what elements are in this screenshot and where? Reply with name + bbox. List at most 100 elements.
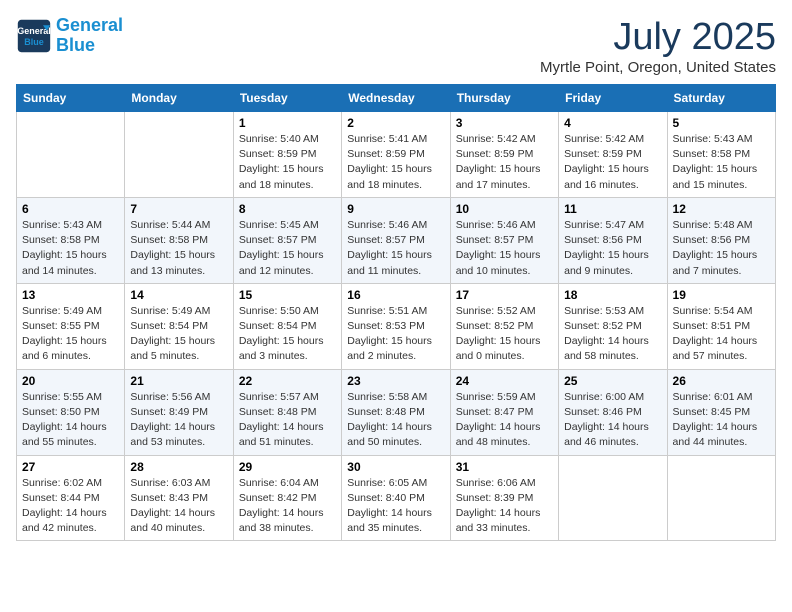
day-info: Sunrise: 5:46 AM Sunset: 8:57 PM Dayligh… [347, 218, 444, 279]
day-info: Sunrise: 5:43 AM Sunset: 8:58 PM Dayligh… [673, 132, 770, 193]
calendar-cell: 22Sunrise: 5:57 AM Sunset: 8:48 PM Dayli… [233, 369, 341, 455]
day-number: 15 [239, 288, 336, 302]
weekday-header-saturday: Saturday [667, 85, 775, 112]
calendar-cell [559, 455, 667, 541]
weekday-header-thursday: Thursday [450, 85, 558, 112]
calendar-cell: 21 Sunrise: 5:56 AM Sunset: 8:49 PM Dayli… [125, 369, 233, 455]
calendar-cell [125, 112, 233, 198]
week-row-4: 27Sunrise: 6:02 AM Sunset: 8:44 PM Dayli… [17, 455, 776, 541]
title-area: July 2025 Myrtle Point, Oregon, United S… [540, 16, 776, 76]
day-number: 6 [22, 202, 119, 216]
calendar-cell: 1 Sunrise: 5:40 AM Sunset: 8:59 PM Daylig… [233, 112, 341, 198]
week-row-3: 20 Sunrise: 5:55 AM Sunset: 8:50 PM Dayli… [17, 369, 776, 455]
day-number: 20 [22, 374, 119, 388]
day-number: 29 [239, 460, 336, 474]
day-info: Sunrise: 5:51 AM Sunset: 8:53 PM Dayligh… [347, 304, 444, 365]
day-info: Sunrise: 5:49 AM Sunset: 8:54 PM Dayligh… [130, 304, 227, 365]
logo: General Blue General Blue [16, 16, 123, 56]
day-number: 13 [22, 288, 119, 302]
calendar-cell: 8Sunrise: 5:45 AM Sunset: 8:57 PM Daylig… [233, 197, 341, 283]
header: General Blue General Blue July 2025 Myrt… [16, 16, 776, 76]
day-number: 1 [239, 116, 336, 130]
day-number: 24 [456, 374, 553, 388]
day-info: Sunrise: 5:53 AM Sunset: 8:52 PM Dayligh… [564, 304, 661, 365]
weekday-row: SundayMondayTuesdayWednesdayThursdayFrid… [17, 85, 776, 112]
day-number: 25 [564, 374, 661, 388]
calendar-cell: 9 Sunrise: 5:46 AM Sunset: 8:57 PM Daylig… [342, 197, 450, 283]
day-number: 10 [456, 202, 553, 216]
day-info: Sunrise: 5:46 AM Sunset: 8:57 PM Dayligh… [456, 218, 553, 279]
week-row-1: 6Sunrise: 5:43 AM Sunset: 8:58 PM Daylig… [17, 197, 776, 283]
calendar-cell: 18 Sunrise: 5:53 AM Sunset: 8:52 PM Dayli… [559, 283, 667, 369]
day-info: Sunrise: 5:41 AM Sunset: 8:59 PM Dayligh… [347, 132, 444, 193]
day-info: Sunrise: 5:59 AM Sunset: 8:47 PM Dayligh… [456, 390, 553, 451]
day-number: 2 [347, 116, 444, 130]
day-number: 21 [130, 374, 227, 388]
calendar-cell: 13 Sunrise: 5:49 AM Sunset: 8:55 PM Dayli… [17, 283, 125, 369]
calendar-cell: 6Sunrise: 5:43 AM Sunset: 8:58 PM Daylig… [17, 197, 125, 283]
weekday-header-wednesday: Wednesday [342, 85, 450, 112]
day-info: Sunrise: 5:50 AM Sunset: 8:54 PM Dayligh… [239, 304, 336, 365]
day-info: Sunrise: 5:47 AM Sunset: 8:56 PM Dayligh… [564, 218, 661, 279]
day-info: Sunrise: 5:49 AM Sunset: 8:55 PM Dayligh… [22, 304, 119, 365]
calendar-cell: 28 Sunrise: 6:03 AM Sunset: 8:43 PM Dayli… [125, 455, 233, 541]
day-info: Sunrise: 6:01 AM Sunset: 8:45 PM Dayligh… [673, 390, 770, 451]
calendar-cell: 30 Sunrise: 6:05 AM Sunset: 8:40 PM Dayli… [342, 455, 450, 541]
day-number: 19 [673, 288, 770, 302]
day-info: Sunrise: 6:03 AM Sunset: 8:43 PM Dayligh… [130, 476, 227, 537]
day-info: Sunrise: 5:42 AM Sunset: 8:59 PM Dayligh… [564, 132, 661, 193]
calendar-cell: 17Sunrise: 5:52 AM Sunset: 8:52 PM Dayli… [450, 283, 558, 369]
calendar-cell: 3Sunrise: 5:42 AM Sunset: 8:59 PM Daylig… [450, 112, 558, 198]
day-info: Sunrise: 5:40 AM Sunset: 8:59 PM Dayligh… [239, 132, 336, 193]
calendar-subtitle: Myrtle Point, Oregon, United States [540, 59, 776, 76]
calendar-cell: 5 Sunrise: 5:43 AM Sunset: 8:58 PM Daylig… [667, 112, 775, 198]
day-info: Sunrise: 6:06 AM Sunset: 8:39 PM Dayligh… [456, 476, 553, 537]
calendar-cell: 2 Sunrise: 5:41 AM Sunset: 8:59 PM Daylig… [342, 112, 450, 198]
day-info: Sunrise: 6:00 AM Sunset: 8:46 PM Dayligh… [564, 390, 661, 451]
calendar-cell: 29Sunrise: 6:04 AM Sunset: 8:42 PM Dayli… [233, 455, 341, 541]
calendar-cell: 14 Sunrise: 5:49 AM Sunset: 8:54 PM Dayli… [125, 283, 233, 369]
calendar-cell: 19 Sunrise: 5:54 AM Sunset: 8:51 PM Dayli… [667, 283, 775, 369]
day-number: 16 [347, 288, 444, 302]
calendar-cell: 4 Sunrise: 5:42 AM Sunset: 8:59 PM Daylig… [559, 112, 667, 198]
calendar-table: SundayMondayTuesdayWednesdayThursdayFrid… [16, 84, 776, 541]
calendar-cell: 16 Sunrise: 5:51 AM Sunset: 8:53 PM Dayli… [342, 283, 450, 369]
calendar-cell: 27Sunrise: 6:02 AM Sunset: 8:44 PM Dayli… [17, 455, 125, 541]
calendar-cell: 10 Sunrise: 5:46 AM Sunset: 8:57 PM Dayli… [450, 197, 558, 283]
day-number: 28 [130, 460, 227, 474]
day-number: 31 [456, 460, 553, 474]
day-number: 18 [564, 288, 661, 302]
week-row-0: 1 Sunrise: 5:40 AM Sunset: 8:59 PM Daylig… [17, 112, 776, 198]
calendar-cell: 20 Sunrise: 5:55 AM Sunset: 8:50 PM Dayli… [17, 369, 125, 455]
calendar-cell: 11 Sunrise: 5:47 AM Sunset: 8:56 PM Dayli… [559, 197, 667, 283]
calendar-cell: 23Sunrise: 5:58 AM Sunset: 8:48 PM Dayli… [342, 369, 450, 455]
logo-icon: General Blue [16, 18, 52, 54]
weekday-header-friday: Friday [559, 85, 667, 112]
week-row-2: 13 Sunrise: 5:49 AM Sunset: 8:55 PM Dayli… [17, 283, 776, 369]
calendar-title: July 2025 [540, 16, 776, 59]
calendar-cell: 12Sunrise: 5:48 AM Sunset: 8:56 PM Dayli… [667, 197, 775, 283]
weekday-header-sunday: Sunday [17, 85, 125, 112]
day-number: 4 [564, 116, 661, 130]
day-info: Sunrise: 5:55 AM Sunset: 8:50 PM Dayligh… [22, 390, 119, 451]
day-number: 22 [239, 374, 336, 388]
day-info: Sunrise: 5:48 AM Sunset: 8:56 PM Dayligh… [673, 218, 770, 279]
calendar-cell: 25 Sunrise: 6:00 AM Sunset: 8:46 PM Dayli… [559, 369, 667, 455]
logo-line2: Blue [56, 35, 95, 55]
calendar-header: SundayMondayTuesdayWednesdayThursdayFrid… [17, 85, 776, 112]
day-number: 14 [130, 288, 227, 302]
day-number: 26 [673, 374, 770, 388]
day-number: 5 [673, 116, 770, 130]
logo-text: General Blue [56, 16, 123, 56]
day-info: Sunrise: 5:54 AM Sunset: 8:51 PM Dayligh… [673, 304, 770, 365]
day-info: Sunrise: 5:52 AM Sunset: 8:52 PM Dayligh… [456, 304, 553, 365]
day-info: Sunrise: 6:05 AM Sunset: 8:40 PM Dayligh… [347, 476, 444, 537]
calendar-cell [17, 112, 125, 198]
day-number: 9 [347, 202, 444, 216]
day-number: 7 [130, 202, 227, 216]
day-number: 30 [347, 460, 444, 474]
day-info: Sunrise: 5:42 AM Sunset: 8:59 PM Dayligh… [456, 132, 553, 193]
calendar-cell: 24 Sunrise: 5:59 AM Sunset: 8:47 PM Dayli… [450, 369, 558, 455]
day-number: 11 [564, 202, 661, 216]
day-info: Sunrise: 5:56 AM Sunset: 8:49 PM Dayligh… [130, 390, 227, 451]
